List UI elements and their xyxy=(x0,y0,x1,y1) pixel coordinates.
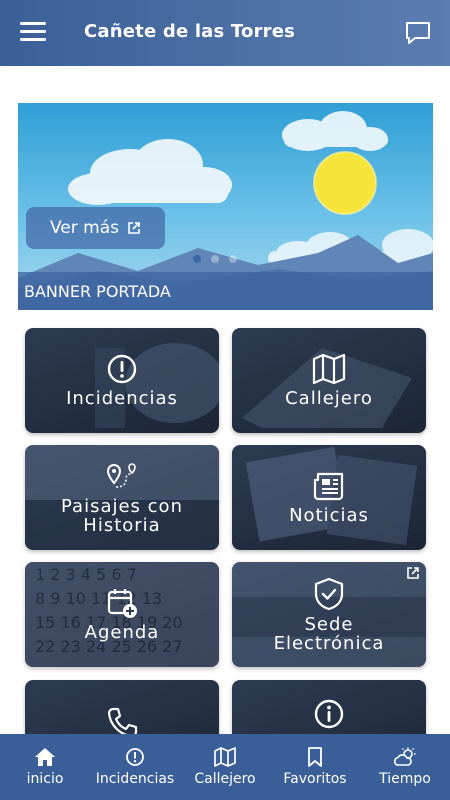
tile-label: Sede Electrónica xyxy=(273,613,385,654)
map-icon xyxy=(214,747,236,767)
ver-mas-button[interactable]: Ver más xyxy=(26,207,165,249)
carousel-dot[interactable] xyxy=(193,255,201,263)
tile-label: Noticias xyxy=(289,505,369,526)
nav-item-tiempo[interactable]: Tiempo xyxy=(360,734,450,800)
chat-icon[interactable] xyxy=(404,20,432,46)
page-title: Cañete de las Torres xyxy=(84,21,296,42)
tile-callejero[interactable]: Callejero xyxy=(232,328,426,433)
tile-noticias[interactable]: Noticias xyxy=(232,445,426,550)
info-circle-icon xyxy=(314,699,344,729)
nav-item-inicio[interactable]: inicio xyxy=(0,734,90,800)
calendar-add-icon xyxy=(107,589,137,618)
bookmark-icon xyxy=(308,747,322,767)
alert-circle-icon xyxy=(107,354,137,384)
banner-carousel[interactable]: Ver más BANNER PORTADA xyxy=(18,103,433,310)
carousel-dot[interactable] xyxy=(211,255,219,263)
ver-mas-label: Ver más xyxy=(50,218,119,238)
app-header: Cañete de las Torres xyxy=(0,0,450,66)
newspaper-icon xyxy=(313,472,344,501)
carousel-indicator xyxy=(193,255,237,263)
nav-item-incidencias[interactable]: Incidencias xyxy=(90,734,180,800)
nav-label: Incidencias xyxy=(95,771,175,787)
shield-check-icon xyxy=(314,577,344,610)
external-link-icon xyxy=(128,222,140,234)
nav-label: Tiempo xyxy=(379,771,431,787)
tile-label: Paisajes con Historia xyxy=(61,495,183,536)
map-icon xyxy=(312,353,346,385)
tile-label: Callejero xyxy=(285,388,373,409)
route-pin-icon xyxy=(106,462,136,488)
nav-item-favoritos[interactable]: Favoritos xyxy=(270,734,360,800)
home-icon xyxy=(35,748,55,766)
app-screen: Cañete de las Torres Ver más BANNER PORT… xyxy=(0,0,450,800)
tile-label: Agenda xyxy=(84,622,160,643)
hamburger-menu-icon[interactable] xyxy=(20,22,46,44)
alert-circle-icon xyxy=(126,748,144,766)
bottom-navigation: inicio Incidencias Callejero Favoritos T… xyxy=(0,734,450,800)
carousel-dot[interactable] xyxy=(229,255,237,263)
nav-label: Callejero xyxy=(194,771,256,787)
banner-caption: BANNER PORTADA xyxy=(18,272,433,310)
tile-label: Incidencias xyxy=(66,388,178,409)
tile-incidencias[interactable]: Incidencias xyxy=(25,328,219,433)
tile-agenda[interactable]: 1 2 3 4 5 6 7 8 9 10 11 12 13 15 16 17 1… xyxy=(25,562,219,667)
tile-sede-electronica[interactable]: Sede Electrónica xyxy=(232,562,426,667)
nav-item-callejero[interactable]: Callejero xyxy=(180,734,270,800)
weather-partly-cloudy-icon xyxy=(394,747,416,766)
tile-paisajes-con-historia[interactable]: Paisajes con Historia xyxy=(25,445,219,550)
nav-label: inicio xyxy=(26,771,64,787)
nav-label: Favoritos xyxy=(283,771,347,787)
